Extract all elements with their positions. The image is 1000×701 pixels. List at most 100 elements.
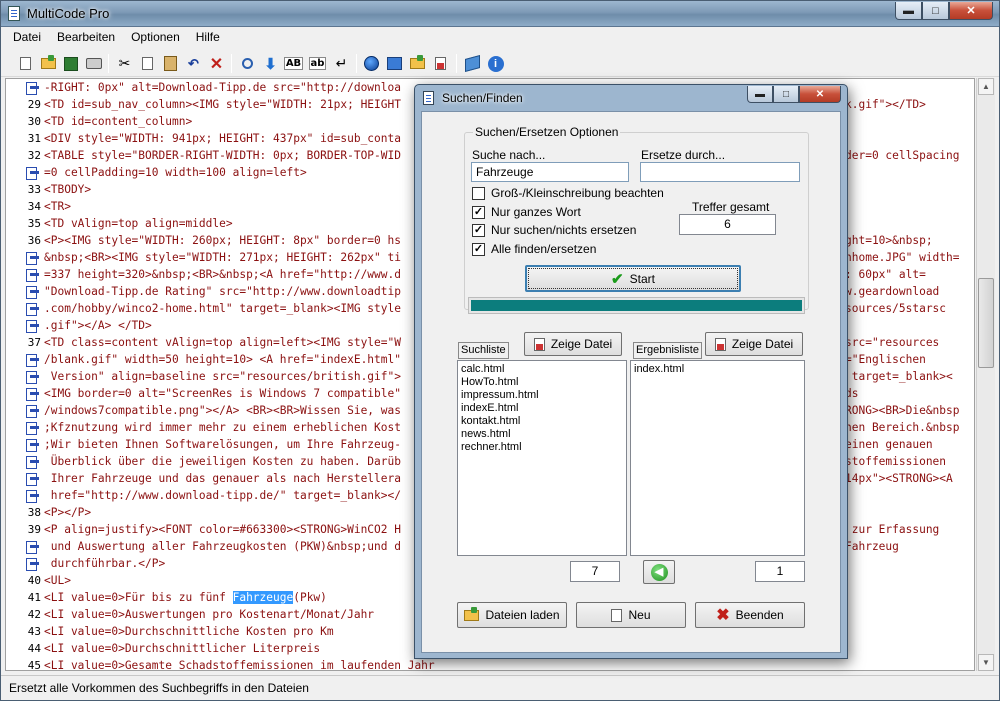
toolbar: ✂ ↶ ✕ ⬇ AB ab ↵ i xyxy=(1,50,999,77)
line-wrap-icon xyxy=(26,439,40,452)
open-folder-icon[interactable] xyxy=(38,53,59,74)
case-sensitive-label: Groß-/Kleinschreibung beachten xyxy=(491,186,664,200)
code-text: Überblick über die jeweiligen Kosten zu … xyxy=(44,455,401,468)
save-icon[interactable] xyxy=(60,53,81,74)
code-text: ;Kfznutzung wird immer mehr zu einem erh… xyxy=(44,421,401,434)
paste-icon[interactable] xyxy=(160,53,181,74)
lowercase-icon[interactable]: ab xyxy=(307,53,328,74)
book-icon[interactable] xyxy=(462,53,483,74)
code-text: "Download-Tipp.de Rating" src="http://ww… xyxy=(44,285,401,298)
options-group-label: Suchen/Ersetzen Optionen xyxy=(473,125,621,139)
minimize-button[interactable]: ▬ xyxy=(895,2,922,20)
result-listbox[interactable]: index.html xyxy=(630,360,805,556)
checkmark-icon: ✓ xyxy=(472,205,485,219)
list-item[interactable]: index.html xyxy=(633,363,802,376)
maximize-button[interactable]: □ xyxy=(922,2,949,20)
folder-upload-icon[interactable] xyxy=(407,53,428,74)
case-sensitive-checkbox[interactable]: Groß-/Kleinschreibung beachten xyxy=(472,186,664,200)
scroll-down-icon[interactable]: ▼ xyxy=(978,654,994,671)
code-text: <UL> xyxy=(44,574,71,587)
line-wrap-icon xyxy=(26,269,40,282)
code-text-tail: 14px"><STRONG><A xyxy=(845,472,953,485)
menu-bar: Datei Bearbeiten Optionen Hilfe xyxy=(1,27,999,48)
notes-icon[interactable] xyxy=(430,53,451,74)
line-number: 41 xyxy=(27,591,41,604)
line-wrap-icon xyxy=(26,422,40,435)
menu-bearbeiten[interactable]: Bearbeiten xyxy=(49,27,123,48)
checkbox-icon xyxy=(472,186,485,200)
start-label: Start xyxy=(629,271,655,286)
delete-icon[interactable]: ✕ xyxy=(206,53,227,74)
line-number: 34 xyxy=(27,200,41,213)
list-item[interactable]: kontakt.html xyxy=(460,415,624,428)
quit-label: Beenden xyxy=(735,608,784,622)
dialog-title-bar[interactable]: Suchen/Finden ▬ □ ✕ xyxy=(415,85,847,111)
search-listbox[interactable]: calc.html HowTo.html impressum.html indexE.… xyxy=(457,360,627,556)
title-bar[interactable]: MultiCode Pro ▬ □ ✕ xyxy=(1,1,999,27)
list-item[interactable]: impressum.html xyxy=(460,389,624,402)
replace-down-icon[interactable]: ⬇ xyxy=(260,53,281,74)
code-text: <TABLE style="BORDER-RIGHT-WIDTH: 0px; B… xyxy=(44,149,401,162)
show-file-button-search[interactable]: Zeige Datei xyxy=(524,332,622,356)
find-all-checkbox[interactable]: ✓ Alle finden/ersetzen xyxy=(472,242,596,256)
code-text-tail: src="resources xyxy=(845,336,940,349)
info-icon[interactable]: i xyxy=(485,53,506,74)
code-text-tail: RONG><BR>Die&nbsp xyxy=(845,404,960,417)
browser-preview-icon[interactable] xyxy=(384,53,405,74)
scroll-thumb[interactable] xyxy=(978,278,994,368)
whole-word-label: Nur ganzes Wort xyxy=(491,205,581,219)
cut-icon[interactable]: ✂ xyxy=(114,53,135,74)
show-file-button-result[interactable]: Zeige Datei xyxy=(705,332,803,356)
globe-icon[interactable] xyxy=(361,53,382,74)
dialog-minimize-button[interactable]: ▬ xyxy=(747,86,773,103)
code-text: ;Wir bieten Ihnen Softwarelösungen, um I… xyxy=(44,438,401,451)
code-text: <P></P> xyxy=(44,506,92,519)
list-item[interactable]: HowTo.html xyxy=(460,376,624,389)
back-button[interactable]: ◀ xyxy=(643,560,675,584)
search-input[interactable]: Fahrzeuge xyxy=(471,162,629,182)
replace-input[interactable] xyxy=(640,162,800,182)
dialog-maximize-button[interactable]: □ xyxy=(773,86,799,103)
list-item[interactable]: news.html xyxy=(460,428,624,441)
quit-button[interactable]: ✖ Beenden xyxy=(695,602,805,628)
line-wrap-icon xyxy=(26,558,40,571)
load-files-button[interactable]: Dateien laden xyxy=(457,602,567,628)
copy-icon[interactable] xyxy=(137,53,158,74)
code-line[interactable]: 45 <LI value=0>Gesamte Schadstoffemission… xyxy=(6,657,974,670)
code-text: <DIV style="WIDTH: 941px; HEIGHT: 437px"… xyxy=(44,132,401,145)
line-wrap-icon xyxy=(26,371,40,384)
uppercase-icon[interactable]: AB xyxy=(283,53,304,74)
whole-word-checkbox[interactable]: ✓ Nur ganzes Wort xyxy=(472,205,581,219)
code-text: .com/hobby/winco2-home.html" target=_bla… xyxy=(44,302,401,315)
line-number: 29 xyxy=(27,98,41,111)
close-button[interactable]: ✕ xyxy=(949,2,993,20)
new-file-icon[interactable] xyxy=(15,53,36,74)
line-number: 38 xyxy=(27,506,41,519)
new-button[interactable]: Neu xyxy=(576,602,686,628)
line-number: 36 xyxy=(27,234,41,247)
list-item[interactable]: calc.html xyxy=(460,363,624,376)
line-number: 44 xyxy=(27,642,41,655)
code-text: <TD vAlign=top align=middle> xyxy=(44,217,233,230)
scroll-up-icon[interactable]: ▲ xyxy=(978,78,994,95)
code-text-tail: w.geardownload xyxy=(845,285,940,298)
list-item[interactable]: rechner.html xyxy=(460,441,624,454)
vertical-scrollbar[interactable]: ▲ ▼ xyxy=(976,78,995,671)
checkmark-icon: ✓ xyxy=(472,223,485,237)
dialog-close-button[interactable]: ✕ xyxy=(799,86,841,103)
close-icon: ✖ xyxy=(716,607,730,624)
dialog-body: Suchen/Ersetzen Optionen Suche nach... F… xyxy=(421,111,841,653)
code-text-tail: : 60px" alt= xyxy=(845,268,926,281)
enter-icon[interactable]: ↵ xyxy=(331,53,352,74)
line-wrap-icon xyxy=(26,303,40,316)
menu-optionen[interactable]: Optionen xyxy=(123,27,188,48)
find-icon[interactable] xyxy=(237,53,258,74)
list-item[interactable]: indexE.html xyxy=(460,402,624,415)
print-icon[interactable] xyxy=(83,53,104,74)
search-only-checkbox[interactable]: ✓ Nur suchen/nichts ersetzen xyxy=(472,223,636,237)
menu-hilfe[interactable]: Hilfe xyxy=(188,27,228,48)
undo-icon[interactable]: ↶ xyxy=(183,53,204,74)
start-button[interactable]: ✔ Start xyxy=(525,265,741,292)
menu-datei[interactable]: Datei xyxy=(5,27,49,48)
code-text-tail: sources/5starsc xyxy=(845,302,947,315)
